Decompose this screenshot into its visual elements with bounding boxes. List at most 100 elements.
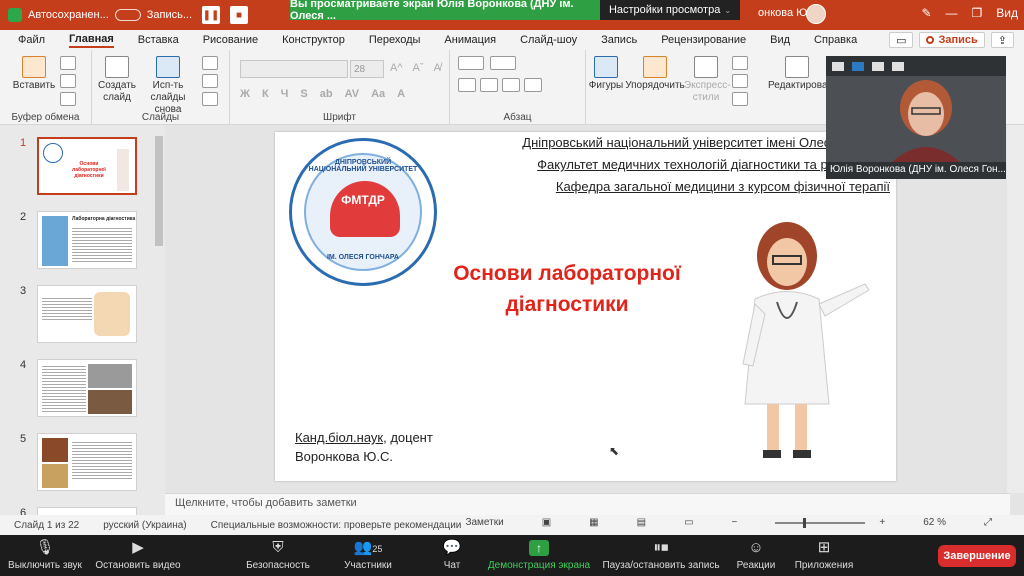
- tab-design[interactable]: Конструктор: [282, 34, 345, 46]
- tab-insert[interactable]: Вставка: [138, 34, 179, 46]
- editing-button[interactable]: Редактирова: [768, 56, 828, 92]
- participant-video[interactable]: Юлія Воронкова (ДНУ ім. Олеся Гон...: [826, 56, 1006, 179]
- list-icon[interactable]: [892, 61, 904, 71]
- stop-icon[interactable]: ■: [230, 6, 249, 24]
- thumbnail-slide-2[interactable]: 2 Лабораторна діагностика: [0, 199, 160, 271]
- avatar[interactable]: [806, 4, 826, 24]
- apps-button[interactable]: ⊞ Приложения: [792, 539, 856, 571]
- reuse-slides-button[interactable]: Исп-ть слайды снова: [138, 56, 198, 116]
- reactions-button[interactable]: ☺ Реакции: [734, 539, 778, 571]
- reading-view-icon[interactable]: ▤: [637, 517, 646, 528]
- mute-button[interactable]: 🎙 Выключить звук: [6, 539, 84, 571]
- share-screen-button[interactable]: ↑ Демонстрация экрана: [486, 539, 592, 571]
- increase-font-button[interactable]: A^: [390, 62, 403, 74]
- numbering-icon[interactable]: [490, 56, 516, 70]
- single-video-icon[interactable]: [852, 61, 864, 71]
- justify-icon[interactable]: [524, 78, 542, 92]
- font-size-select[interactable]: 28: [350, 60, 384, 78]
- slide-canvas[interactable]: Дніпровський національний університет ім…: [275, 132, 896, 481]
- paste-button[interactable]: Вставить: [12, 56, 56, 92]
- language-indicator[interactable]: русский (Украина): [103, 520, 186, 531]
- thumbnail-scrollbar[interactable]: [154, 128, 164, 513]
- slideshow-icon[interactable]: ▭: [684, 517, 693, 528]
- view-label[interactable]: Вид: [996, 6, 1018, 20]
- tab-draw[interactable]: Рисование: [203, 34, 258, 46]
- change-case-button[interactable]: Aa: [371, 88, 385, 100]
- copy-icon[interactable]: [60, 74, 76, 88]
- notes-toggle-button[interactable]: Заметки: [465, 517, 503, 528]
- share-button[interactable]: ⇪: [990, 32, 1014, 48]
- slide-sorter-icon[interactable]: ▦: [589, 517, 598, 528]
- pen-icon[interactable]: ✎: [921, 6, 931, 20]
- new-slide-icon: [105, 56, 129, 78]
- accessibility-status[interactable]: Специальные возможности: проверьте реком…: [211, 520, 462, 531]
- shape-effects-icon[interactable]: [732, 92, 748, 106]
- normal-view-icon[interactable]: ▣: [542, 517, 551, 528]
- gallery-icon[interactable]: [872, 61, 884, 71]
- restore-icon[interactable]: ❐: [972, 6, 983, 20]
- view-settings-button[interactable]: Настройки просмотра ⌄: [600, 0, 740, 20]
- zoom-slider[interactable]: [775, 517, 866, 528]
- minimize-video-icon[interactable]: [832, 61, 844, 71]
- participants-button[interactable]: 👥25 Участники: [340, 539, 396, 571]
- security-button[interactable]: ⛨ Безопасность: [244, 539, 312, 571]
- decrease-font-button[interactable]: Aˇ: [413, 62, 424, 74]
- tab-transitions[interactable]: Переходы: [369, 34, 421, 46]
- fit-slide-icon[interactable]: ⤢: [984, 517, 992, 528]
- align-left-icon[interactable]: [458, 78, 476, 92]
- zoom-percent[interactable]: 62 %: [923, 517, 946, 528]
- zoom-out-icon[interactable]: −: [732, 517, 738, 528]
- autosave-toggle[interactable]: [114, 9, 141, 21]
- align-center-icon[interactable]: [480, 78, 498, 92]
- reset-icon[interactable]: [202, 74, 218, 88]
- shapes-button[interactable]: Фигуры: [586, 56, 626, 92]
- thumbnail-slide-5[interactable]: 5: [0, 421, 160, 493]
- record-button[interactable]: Запись: [919, 32, 985, 48]
- layout-icon[interactable]: [202, 56, 218, 70]
- bold-button[interactable]: Ж: [240, 88, 250, 100]
- tab-animations[interactable]: Анимация: [444, 34, 496, 46]
- thumbnail-slide-4[interactable]: 4: [0, 347, 160, 419]
- paragraph-group: Абзац: [450, 50, 586, 125]
- shape-outline-icon[interactable]: [732, 74, 748, 88]
- shadow-button[interactable]: ab: [320, 88, 333, 100]
- tab-help[interactable]: Справка: [814, 34, 857, 46]
- italic-button[interactable]: К: [262, 88, 269, 100]
- underline-button[interactable]: Ч: [281, 88, 289, 100]
- format-painter-icon[interactable]: [60, 92, 76, 106]
- editor-scrollbar[interactable]: [1007, 125, 1024, 493]
- thumbnail-slide-1[interactable]: 1 Основи лабораторної діагностики: [0, 125, 160, 197]
- clear-format-button[interactable]: A̸: [434, 62, 441, 74]
- notes-pane[interactable]: Щелкните, чтобы добавить заметки: [165, 493, 1010, 515]
- stop-video-button[interactable]: ▶ Остановить видео: [92, 539, 184, 571]
- pause-recording-button[interactable]: ⏸⏹ Пауза/остановить запись: [600, 539, 722, 571]
- new-slide-button[interactable]: Создать слайд: [96, 56, 138, 104]
- tab-file[interactable]: Файл: [18, 34, 45, 46]
- tab-slideshow[interactable]: Слайд-шоу: [520, 34, 577, 46]
- end-meeting-button[interactable]: Завершение: [938, 545, 1016, 567]
- chat-button[interactable]: 💬 Чат: [436, 539, 468, 571]
- tab-view[interactable]: Вид: [770, 34, 790, 46]
- tab-record[interactable]: Запись: [601, 34, 637, 46]
- align-right-icon[interactable]: [502, 78, 520, 92]
- thumbnail-slide-6[interactable]: 6: [0, 495, 160, 515]
- pause-icon[interactable]: ❚❚: [202, 6, 221, 24]
- font-family-select[interactable]: [240, 60, 348, 78]
- zoom-in-icon[interactable]: +: [879, 517, 885, 528]
- font-color-button[interactable]: A: [397, 88, 405, 100]
- microphone-icon: 🎙: [35, 539, 55, 556]
- arrange-button[interactable]: Упорядочить: [624, 56, 686, 92]
- thumbnail-slide-3[interactable]: 3: [0, 273, 160, 345]
- bullets-icon[interactable]: [458, 56, 484, 70]
- tab-review[interactable]: Рецензирование: [661, 34, 746, 46]
- minimize-icon[interactable]: —: [946, 6, 958, 20]
- shape-fill-icon[interactable]: [732, 56, 748, 70]
- section-icon[interactable]: [202, 92, 218, 106]
- new-slide-label: Создать слайд: [97, 80, 136, 103]
- comments-button[interactable]: ▭: [889, 32, 914, 48]
- tab-home[interactable]: Главная: [69, 33, 114, 48]
- cut-icon[interactable]: [60, 56, 76, 70]
- spacing-button[interactable]: AV: [345, 88, 359, 100]
- strikethrough-button[interactable]: S: [300, 88, 307, 100]
- quick-styles-button[interactable]: Экспресс-стили: [684, 56, 731, 104]
